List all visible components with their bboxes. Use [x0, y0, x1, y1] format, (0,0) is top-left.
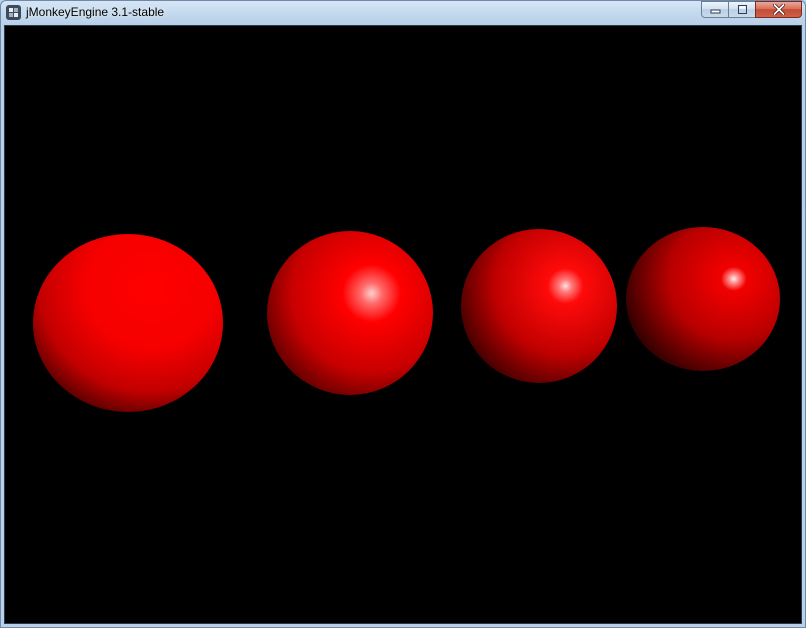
maximize-icon: [737, 5, 747, 14]
app-window: jMonkeyEngine 3.1-stable: [0, 0, 806, 628]
sphere-3: [461, 229, 617, 383]
minimize-icon: [710, 9, 720, 14]
close-icon: [772, 4, 785, 15]
window-controls: [701, 1, 802, 18]
sphere-4: [626, 227, 780, 371]
close-button[interactable]: [755, 1, 802, 18]
title-bar[interactable]: jMonkeyEngine 3.1-stable: [1, 1, 805, 25]
jmonkeyengine-logo-icon: [6, 5, 21, 20]
render-viewport[interactable]: [4, 25, 802, 624]
maximize-button[interactable]: [728, 1, 755, 18]
minimize-button[interactable]: [701, 1, 728, 18]
sphere-1: [33, 234, 223, 412]
window-title: jMonkeyEngine 3.1-stable: [26, 5, 165, 19]
scene-canvas: [33, 227, 780, 412]
sphere-2: [267, 231, 433, 395]
